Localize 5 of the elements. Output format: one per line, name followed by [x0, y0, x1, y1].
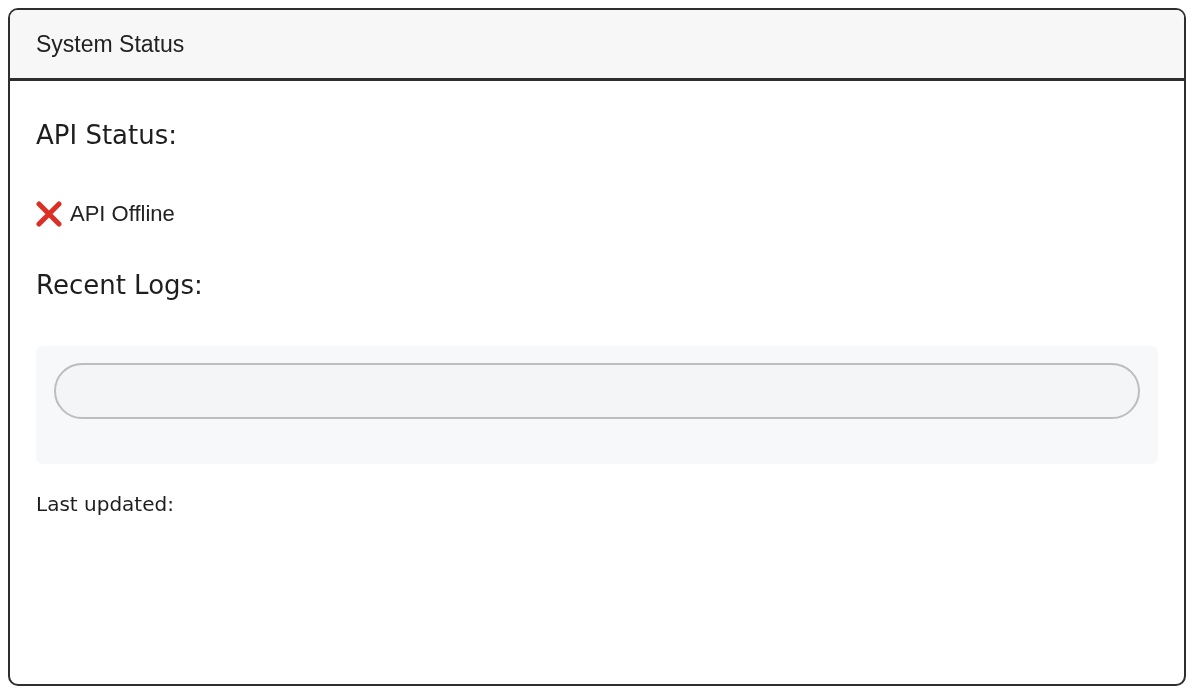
section-heading: API Status: [36, 119, 177, 151]
window-title: System Status [36, 30, 185, 58]
section-heading: Recent Logs: [36, 269, 203, 301]
last-updated-label: Last updated: [36, 492, 174, 516]
status-text: API Offline [70, 202, 175, 226]
